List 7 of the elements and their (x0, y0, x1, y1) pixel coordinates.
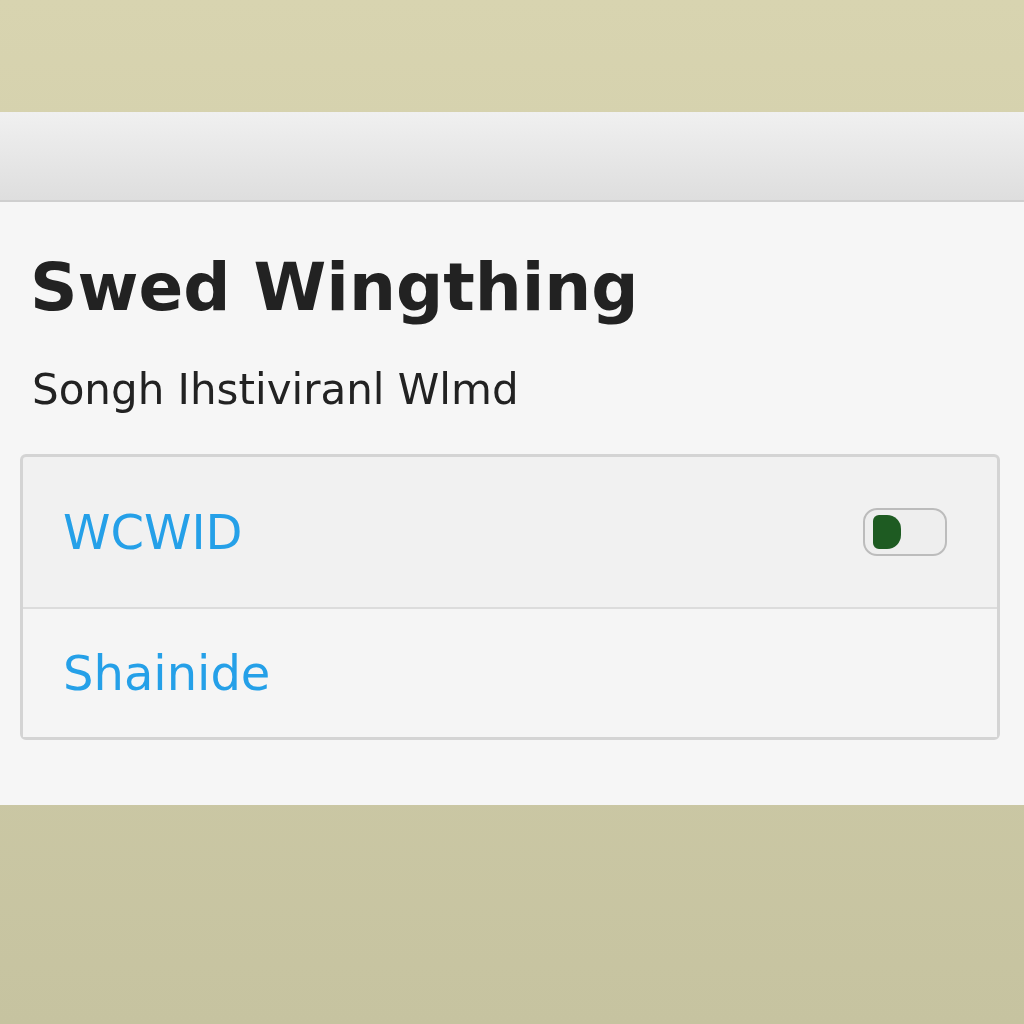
toggle-switch[interactable] (863, 507, 947, 556)
subtitle: Songh Ihstiviranl Wlmd (32, 364, 520, 414)
list-row[interactable]: Shainide (23, 606, 997, 737)
row-label: Shainide (63, 644, 272, 701)
row-label: WCWID (63, 503, 244, 560)
list-row[interactable]: WCWID (23, 456, 997, 607)
title: Swed Wingthing (30, 252, 640, 325)
